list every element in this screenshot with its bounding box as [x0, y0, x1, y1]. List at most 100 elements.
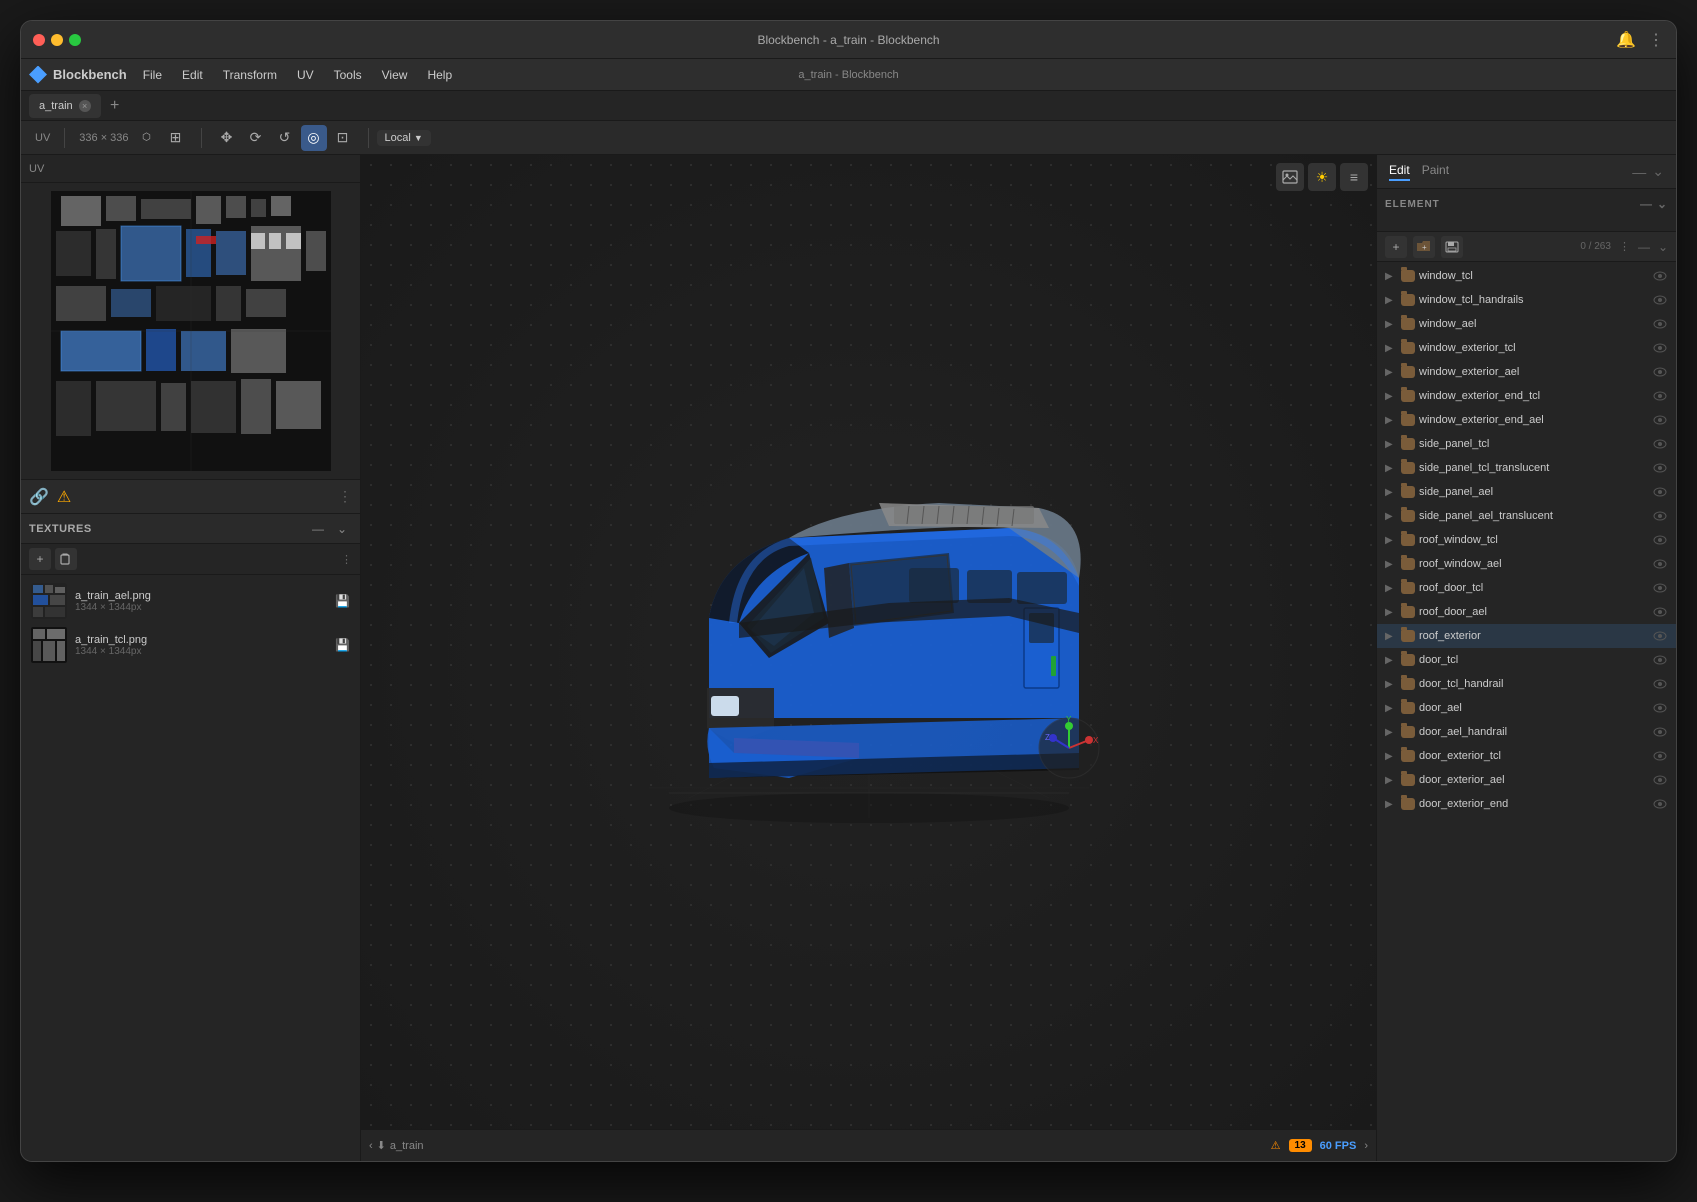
visibility-toggle[interactable]	[1652, 484, 1668, 500]
link-icon[interactable]: 🔗	[29, 487, 49, 507]
outliner-chevron-icon[interactable]: ▶	[1385, 535, 1397, 546]
outliner-item[interactable]: ▶door_exterior_tcl	[1377, 744, 1676, 768]
outliner-add-btn[interactable]: +	[1385, 236, 1407, 258]
more-icon[interactable]: ⋮	[1648, 30, 1664, 50]
outliner-chevron-icon[interactable]: ▶	[1385, 463, 1397, 474]
notification-icon[interactable]: 🔔	[1616, 30, 1636, 50]
viewport[interactable]: X Y Z ☀	[361, 155, 1376, 1161]
outliner-save-btn[interactable]	[1441, 236, 1463, 258]
visibility-toggle[interactable]	[1652, 556, 1668, 572]
menu-tools[interactable]: Tools	[326, 66, 370, 84]
menu-edit[interactable]: Edit	[174, 66, 211, 84]
outliner-item[interactable]: ▶side_panel_tcl_translucent	[1377, 456, 1676, 480]
outliner-item[interactable]: ▶window_exterior_ael	[1377, 360, 1676, 384]
right-panel-minimize[interactable]: —	[1632, 164, 1646, 180]
texture-item-tcl[interactable]: a_train_tcl.png 1344 × 1344px 💾	[25, 623, 356, 667]
outliner-item[interactable]: ▶door_ael	[1377, 696, 1676, 720]
outliner-chevron-icon[interactable]: ▶	[1385, 679, 1397, 690]
texture-save-tcl[interactable]: 💾	[335, 638, 350, 652]
element-expand[interactable]: ⌄	[1657, 197, 1668, 211]
prev-tab-btn[interactable]: ‹	[369, 1140, 373, 1152]
outliner-chevron-icon[interactable]: ▶	[1385, 751, 1397, 762]
outliner-item[interactable]: ▶door_exterior_ael	[1377, 768, 1676, 792]
tab-close-button[interactable]: ×	[79, 100, 91, 112]
visibility-toggle[interactable]	[1652, 388, 1668, 404]
warning-icon[interactable]: ⚠	[57, 487, 71, 507]
visibility-toggle[interactable]	[1652, 748, 1668, 764]
viewport-image-btn[interactable]	[1276, 163, 1304, 191]
outliner-item[interactable]: ▶window_exterior_end_tcl	[1377, 384, 1676, 408]
refresh-btn[interactable]: ↺	[272, 125, 298, 151]
menu-view[interactable]: View	[374, 66, 416, 84]
uv-edit-btn[interactable]: ⊡	[330, 125, 356, 151]
visibility-toggle[interactable]	[1652, 532, 1668, 548]
outliner-chevron-icon[interactable]: ▶	[1385, 319, 1397, 330]
next-tab-btn[interactable]: ›	[1364, 1140, 1368, 1152]
menu-transform[interactable]: Transform	[215, 66, 285, 84]
outliner-more[interactable]: ⋮	[1619, 240, 1630, 253]
fit-icon[interactable]: ⊞	[163, 125, 189, 151]
outliner-item[interactable]: ▶door_ael_handrail	[1377, 720, 1676, 744]
maximize-button[interactable]	[69, 34, 81, 46]
menu-help[interactable]: Help	[419, 66, 460, 84]
panel-more-icon[interactable]: ⋮	[338, 488, 352, 505]
add-texture-file-btn[interactable]	[55, 548, 77, 570]
outliner-chevron-icon[interactable]: ▶	[1385, 631, 1397, 642]
visibility-toggle[interactable]	[1652, 580, 1668, 596]
move-tool-btn[interactable]: ✥	[214, 125, 240, 151]
outliner-chevron-icon[interactable]: ▶	[1385, 775, 1397, 786]
visibility-toggle[interactable]	[1652, 364, 1668, 380]
visibility-toggle[interactable]	[1652, 460, 1668, 476]
visibility-toggle[interactable]	[1652, 700, 1668, 716]
outliner-item[interactable]: ▶window_tcl_handrails	[1377, 288, 1676, 312]
visibility-toggle[interactable]	[1652, 412, 1668, 428]
outliner-chevron-icon[interactable]: ▶	[1385, 727, 1397, 738]
right-panel-expand[interactable]: ⌄	[1652, 163, 1664, 180]
outliner-item[interactable]: ▶door_exterior_end	[1377, 792, 1676, 816]
menu-file[interactable]: File	[135, 66, 170, 84]
uv-tool-btn[interactable]: ◎	[301, 125, 327, 151]
visibility-toggle[interactable]	[1652, 652, 1668, 668]
outliner-item[interactable]: ▶roof_window_ael	[1377, 552, 1676, 576]
outliner-expand[interactable]: ⌄	[1658, 240, 1668, 254]
textures-expand-btn[interactable]: ⌄	[332, 519, 352, 539]
outliner-chevron-icon[interactable]: ▶	[1385, 487, 1397, 498]
outliner-item[interactable]: ▶window_tcl	[1377, 264, 1676, 288]
rotate-tool-btn[interactable]: ⟳	[243, 125, 269, 151]
outliner-chevron-icon[interactable]: ▶	[1385, 799, 1397, 810]
outliner-chevron-icon[interactable]: ▶	[1385, 655, 1397, 666]
element-minimize[interactable]: —	[1640, 197, 1653, 211]
visibility-toggle[interactable]	[1652, 628, 1668, 644]
outliner-item[interactable]: ▶window_exterior_end_ael	[1377, 408, 1676, 432]
outliner-chevron-icon[interactable]: ▶	[1385, 583, 1397, 594]
outliner-item[interactable]: ▶door_tcl_handrail	[1377, 672, 1676, 696]
visibility-toggle[interactable]	[1652, 724, 1668, 740]
outliner-chevron-icon[interactable]: ▶	[1385, 703, 1397, 714]
outliner-item[interactable]: ▶side_panel_tcl	[1377, 432, 1676, 456]
visibility-toggle[interactable]	[1652, 772, 1668, 788]
outliner-chevron-icon[interactable]: ▶	[1385, 367, 1397, 378]
add-tab-button[interactable]: +	[105, 96, 125, 116]
outliner-item[interactable]: ▶roof_door_ael	[1377, 600, 1676, 624]
outliner-item[interactable]: ▶roof_door_tcl	[1377, 576, 1676, 600]
outliner-chevron-icon[interactable]: ▶	[1385, 607, 1397, 618]
tab-paint[interactable]: Paint	[1422, 163, 1449, 181]
outliner-add-group-btn[interactable]: +	[1413, 236, 1435, 258]
textures-minimize-btn[interactable]: —	[308, 519, 328, 539]
visibility-toggle[interactable]	[1652, 340, 1668, 356]
visibility-toggle[interactable]	[1652, 268, 1668, 284]
add-texture-btn[interactable]: +	[29, 548, 51, 570]
viewport-menu-btn[interactable]: ≡	[1340, 163, 1368, 191]
outliner-chevron-icon[interactable]: ▶	[1385, 559, 1397, 570]
outliner-chevron-icon[interactable]: ▶	[1385, 415, 1397, 426]
visibility-toggle[interactable]	[1652, 604, 1668, 620]
texture-save-ael[interactable]: 💾	[335, 594, 350, 608]
resolution-expand-icon[interactable]: ⬡	[134, 125, 160, 151]
visibility-toggle[interactable]	[1652, 796, 1668, 812]
outliner-chevron-icon[interactable]: ▶	[1385, 511, 1397, 522]
texture-item-ael[interactable]: a_train_ael.png 1344 × 1344px 💾	[25, 579, 356, 623]
outliner-item[interactable]: ▶roof_exterior	[1377, 624, 1676, 648]
tab-a-train[interactable]: a_train ×	[29, 94, 101, 118]
visibility-toggle[interactable]	[1652, 292, 1668, 308]
outliner-minimize[interactable]: —	[1638, 240, 1650, 254]
